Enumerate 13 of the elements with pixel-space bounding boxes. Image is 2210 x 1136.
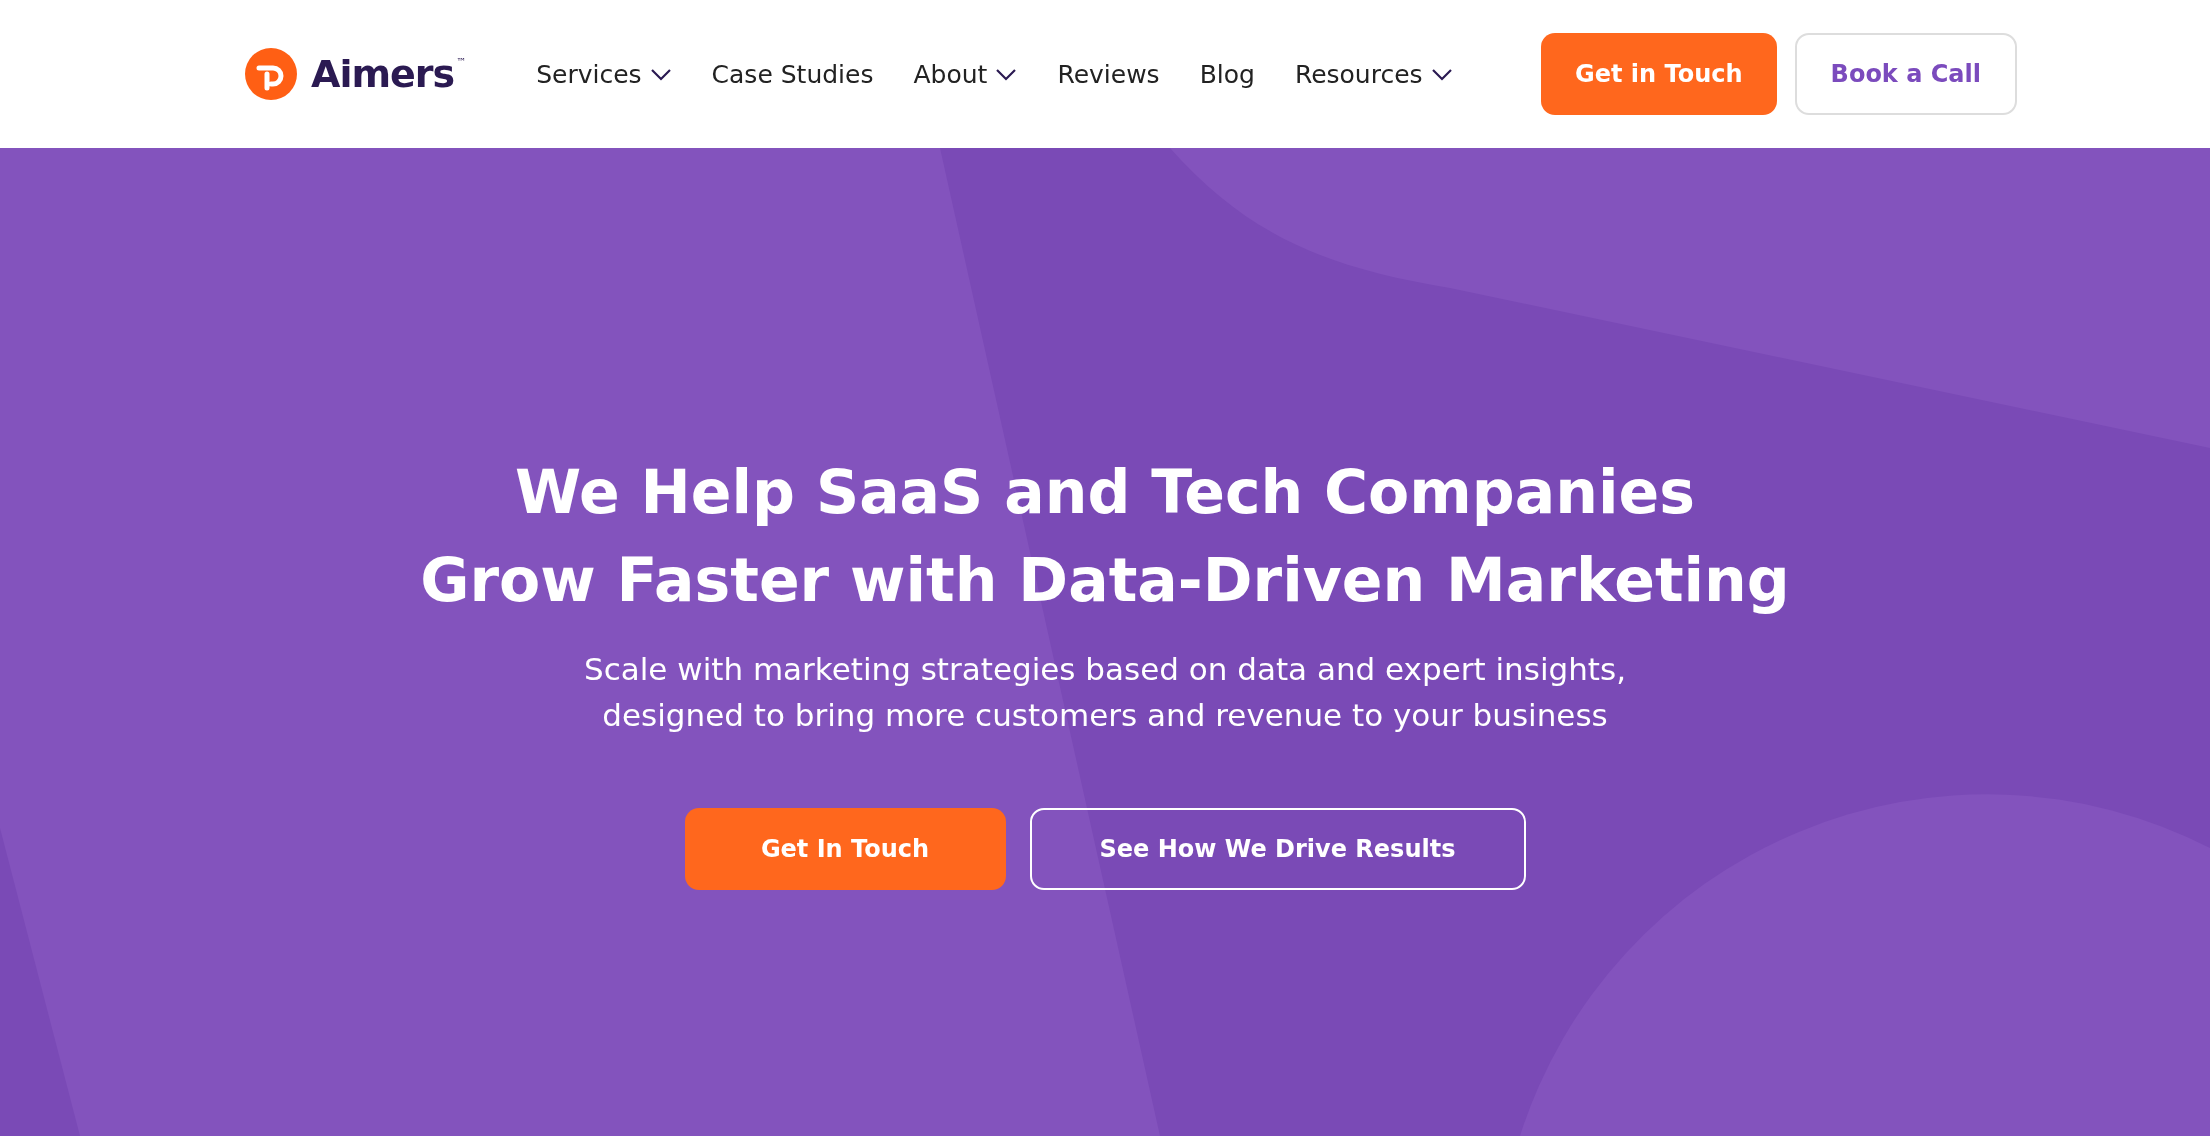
- trademark-sign: ™: [456, 56, 467, 67]
- nav-link[interactable]: Reviews: [1057, 59, 1160, 89]
- logo-text: Aimers: [311, 52, 455, 96]
- secondary-button[interactable]: Book a Call: [1794, 33, 2017, 115]
- nav-link[interactable]: Services: [536, 59, 672, 89]
- hero-heading: We Help SaaS and Tech Companies Grow Faster with Data-Driven Marketing: [420, 456, 1790, 617]
- hero-subtitle: Scale with marketing strategies based on data and expert insights, designed to bring more customers and revenue to your business: [584, 650, 1626, 735]
- nav-link[interactable]: Blog: [1199, 59, 1255, 89]
- nav-link[interactable]: About: [913, 59, 1018, 89]
- nav-link[interactable]: Case Studies: [711, 59, 874, 89]
- nav-link[interactable]: Resources: [1294, 59, 1453, 89]
- logo-icon: [245, 48, 297, 100]
- secondary-button[interactable]: See How We Drive Results: [1029, 808, 1526, 890]
